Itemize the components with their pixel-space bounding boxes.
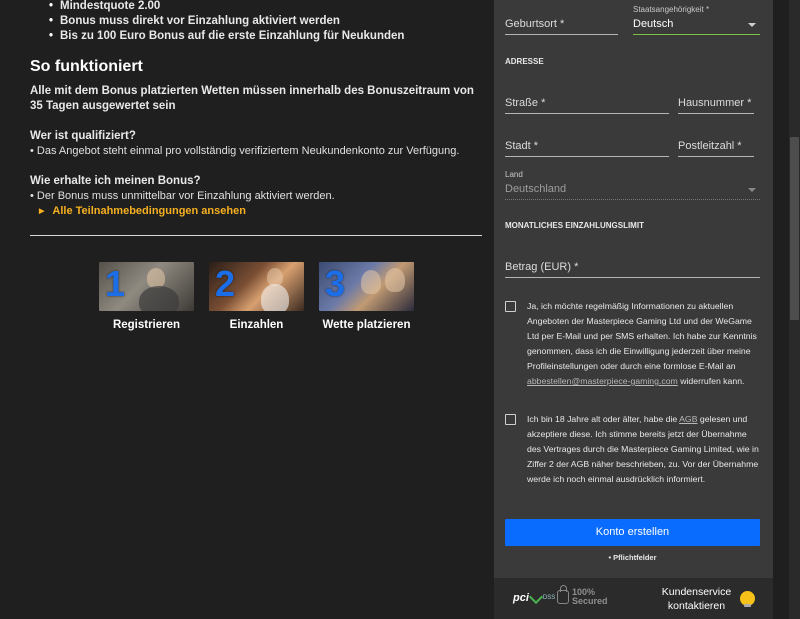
create-account-button[interactable]: Konto erstellen xyxy=(505,519,760,546)
consent-terms: Ich bin 18 Jahre alt oder älter, habe di… xyxy=(505,412,760,487)
birthplace-label: Geburtsort * xyxy=(505,18,565,30)
street-label: Straße * xyxy=(505,97,546,109)
birthplace-field[interactable]: Geburtsort * xyxy=(505,15,618,35)
secured-badge: 100% Secured xyxy=(557,585,608,606)
terms-link-label: Alle Teilnahmebedingungen ansehen xyxy=(52,205,246,217)
support-link[interactable]: Kundenservice kontaktieren xyxy=(654,585,739,613)
nationality-value: Deutsch xyxy=(633,18,674,30)
consent-terms-text: Ich bin 18 Jahre alt oder älter, habe di… xyxy=(527,414,759,484)
chevron-down-icon xyxy=(748,188,756,192)
street-field[interactable]: Straße * xyxy=(505,94,669,114)
house-number-field[interactable]: Hausnummer * xyxy=(678,94,754,114)
bullet-bonus-amount: Bis zu 100 Euro Bonus auf die erste Einz… xyxy=(49,29,482,44)
country-value: Deutschland xyxy=(505,183,567,195)
bullet-min-odds: Mindestquote 2.00 xyxy=(49,0,482,14)
step-register: 1 Registrieren xyxy=(99,262,194,331)
check-icon xyxy=(528,589,543,604)
step-caption: Wette platzieren xyxy=(322,319,411,331)
step-caption: Einzahlen xyxy=(229,319,284,331)
step-number: 2 xyxy=(215,263,236,304)
steps: 1 Registrieren 2 Einzahlen 3 Wette platz… xyxy=(99,262,482,331)
nationality-select[interactable]: Deutsch xyxy=(633,15,760,35)
answer-qualified: • Das Angebot steht einmal pro vollständ… xyxy=(30,145,460,157)
step-bet: 3 Wette platzieren xyxy=(319,262,414,331)
pci-logo: pci xyxy=(513,592,529,604)
step-number: 1 xyxy=(105,263,126,304)
consent-marketing-checkbox[interactable] xyxy=(505,301,516,312)
step-deposit: 2 Einzahlen xyxy=(209,262,304,331)
lock-icon xyxy=(557,585,569,604)
city-label: Stadt * xyxy=(505,140,539,152)
step-image: 2 xyxy=(209,262,304,311)
bonus-info: Mindestquote 2.00 Bonus muss direkt vor … xyxy=(30,0,482,331)
support-line1: Kundenservice xyxy=(661,586,732,598)
divider xyxy=(30,235,482,236)
terms-link[interactable]: ▶ Alle Teilnahmebedingungen ansehen xyxy=(30,205,482,217)
amount-field[interactable]: Betrag (EUR) * xyxy=(505,258,760,278)
amount-label: Betrag (EUR) * xyxy=(505,261,579,273)
deposit-limit-heading: MONATLICHES EINZAHLUNGSLIMIT xyxy=(505,221,644,230)
registration-form: Geburtsort * Staatsangehörigkeit * Deuts… xyxy=(494,0,773,619)
nationality-label: Staatsangehörigkeit * xyxy=(633,5,710,14)
support-line2: kontaktieren xyxy=(667,600,726,612)
bonus-rules: Alle mit dem Bonus platzierten Wetten mü… xyxy=(30,85,474,112)
city-field[interactable]: Stadt * xyxy=(505,137,669,157)
step-number: 3 xyxy=(325,263,346,304)
zip-field[interactable]: Postleitzahl * xyxy=(678,137,754,157)
question-how-to-get: Wie erhalte ich meinen Bonus? xyxy=(30,175,201,187)
scrollbar-thumb[interactable] xyxy=(790,137,799,320)
triangle-right-icon: ▶ xyxy=(39,208,45,215)
consent-marketing: Ja, ich möchte regelmäßig Informationen … xyxy=(505,299,760,389)
step-image: 1 xyxy=(99,262,194,311)
consent-terms-checkbox[interactable] xyxy=(505,414,516,425)
house-number-label: Hausnummer * xyxy=(678,97,752,109)
secured-text: Secured xyxy=(572,596,608,606)
pci-dss: DSS xyxy=(542,595,556,601)
consent-marketing-text: Ja, ich möchte regelmäßig Informationen … xyxy=(527,301,757,386)
pci-badge: pci DSS xyxy=(513,589,556,604)
chevron-down-icon xyxy=(748,23,756,27)
panel-footer: pci DSS 100% Secured Kundenservice konta… xyxy=(494,578,773,619)
step-image: 3 xyxy=(319,262,414,311)
lightbulb-icon[interactable] xyxy=(740,591,755,607)
required-note: • Pflichtfelder xyxy=(608,553,657,562)
answer-how-to-get: • Der Bonus muss unmittelbar vor Einzahl… xyxy=(30,190,335,202)
agb-link[interactable]: AGB xyxy=(679,414,697,424)
country-label: Land xyxy=(505,170,523,179)
zip-label: Postleitzahl * xyxy=(678,140,742,152)
step-caption: Registrieren xyxy=(112,319,181,331)
country-select: Deutschland xyxy=(505,180,760,200)
bullet-activate: Bonus muss direkt vor Einzahlung aktivie… xyxy=(49,14,482,29)
question-qualified: Wer ist qualifiziert? xyxy=(30,130,136,142)
unsubscribe-email-link[interactable]: abbestellen@masterpiece-gaming.com xyxy=(527,376,678,386)
bonus-bullets: Mindestquote 2.00 Bonus muss direkt vor … xyxy=(30,0,482,44)
section-title: So funktioniert xyxy=(30,58,143,75)
address-heading: ADRESSE xyxy=(505,57,544,66)
